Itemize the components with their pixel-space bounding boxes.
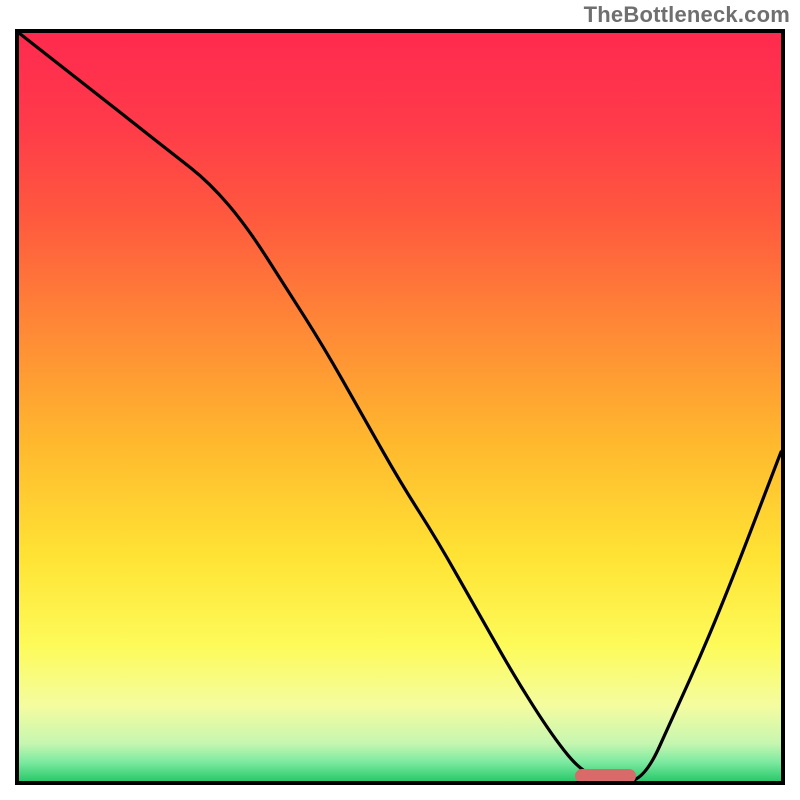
optimal-marker (575, 769, 636, 783)
chart-frame (15, 29, 785, 785)
watermark-text: TheBottleneck.com (584, 2, 790, 28)
chart-canvas (19, 33, 781, 781)
curve-layer (19, 33, 781, 781)
bottleneck-curve (19, 33, 781, 781)
